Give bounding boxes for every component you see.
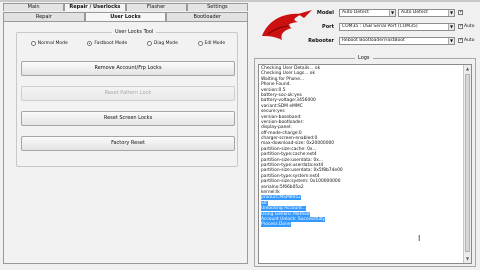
checkbox-icon[interactable] [458,37,463,43]
radio-icon[interactable] [30,40,36,46]
subtab-bootloader[interactable]: Bootloader [166,12,249,21]
mode-normal[interactable]: Normal Mode [30,39,68,47]
model-variant-select[interactable]: Auto Detect ▼ [398,9,455,17]
subtab-user-locks[interactable]: User Locks [84,12,167,21]
chevron-down-icon: ▼ [448,10,454,16]
chevron-down-icon: ▼ [448,38,454,44]
port-auto-checkbox[interactable]: Auto [458,23,474,29]
port-select[interactable]: COM35 : USB Serial Port (COM35) ▼ [339,23,455,31]
model-label: Model [316,10,334,16]
tab-flasher[interactable]: Flasher [125,3,187,11]
log-lines: Checking User Details... ok Checking User… [261,66,461,228]
tab-settings[interactable]: Settings [186,3,248,11]
user-locks-panel: User Locks Tool Normal Mode Fastboot Mod… [3,21,248,264]
mode-diag[interactable]: Diag Mode [146,39,178,47]
log-line: Process Done [261,222,291,228]
subtab-repair[interactable]: Repair [3,12,85,21]
chevron-down-icon: ▼ [389,10,395,16]
sub-tab-bar: Repair User Locks Bootloader [3,12,249,21]
mode-edl[interactable]: Edl Mode [197,39,225,47]
user-locks-group-title: User Locks Tool [112,29,157,35]
main-tab-bar: Main Repair / Userlocks Flasher Settings [3,3,248,11]
model-checkbox[interactable] [458,9,464,15]
scroll-down-icon[interactable]: ▼ [464,255,471,263]
reset-pattern-lock-button[interactable]: Reset Pattern Lock [21,86,235,101]
scroll-up-icon[interactable]: ▲ [464,65,471,73]
rebooter-select[interactable]: Reboot Bootloader/FastBoot ▼ [339,37,455,45]
checkbox-icon[interactable] [458,23,463,29]
chevron-down-icon: ▼ [448,24,454,30]
scroll-thumb[interactable] [465,74,470,252]
tab-repair-userlocks[interactable]: Repair / Userlocks [64,3,126,11]
factory-reset-button[interactable]: Factory Reset [21,136,235,151]
checkbox-icon[interactable] [458,9,463,15]
model-select[interactable]: Auto Detect ▼ [339,9,396,17]
mode-selector: Normal Mode Fastboot Mode Diag Mode Edl … [21,39,235,47]
rebooter-auto-checkbox[interactable]: Auto [458,37,474,43]
mode-fastboot[interactable]: Fastboot Mode [87,39,127,47]
log-output[interactable]: Checking User Details... ok Checking User… [258,64,472,264]
port-label: Port [322,24,334,30]
tab-main[interactable]: Main [3,3,65,11]
text-cursor-icon: I [418,234,421,243]
radio-icon[interactable] [197,40,203,46]
reset-screen-locks-button[interactable]: Reset Screen Locks [21,111,235,126]
radio-icon[interactable] [146,40,152,46]
logs-title: Logs [355,55,373,61]
logs-group: Logs Checking User Details... ok Checking… [254,55,476,267]
log-scrollbar[interactable]: ▲ ▼ [463,65,471,263]
window-titlebar [0,0,480,2]
radio-icon[interactable] [87,40,93,46]
remove-account-frp-button[interactable]: Remove Account/Frp Locks [21,61,235,76]
user-locks-group: User Locks Tool Normal Mode Fastboot Mod… [16,29,238,167]
rebooter-label: Rebooter [308,38,334,44]
